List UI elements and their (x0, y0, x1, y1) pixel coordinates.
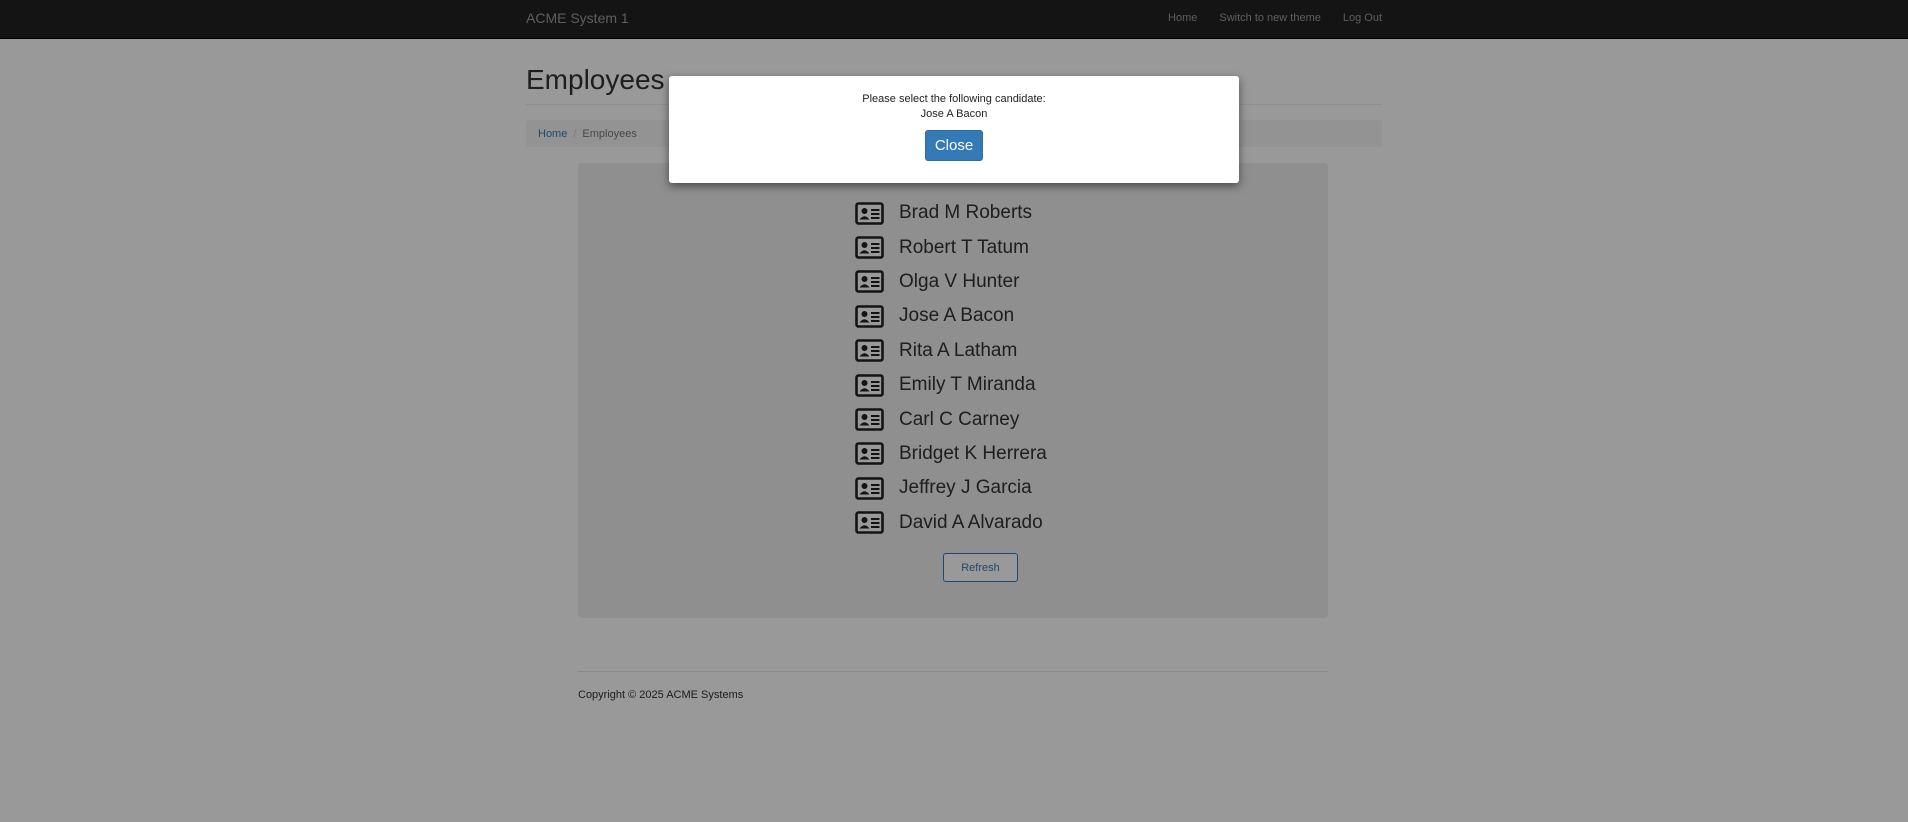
candidate-modal: Please select the following candidate: J… (669, 76, 1239, 183)
close-button[interactable]: Close (925, 130, 983, 161)
page: ACME System 1 Home Switch to new theme L… (0, 0, 1908, 822)
modal-message: Please select the following candidate: (862, 93, 1046, 105)
modal-candidate-name: Jose A Bacon (920, 108, 988, 120)
